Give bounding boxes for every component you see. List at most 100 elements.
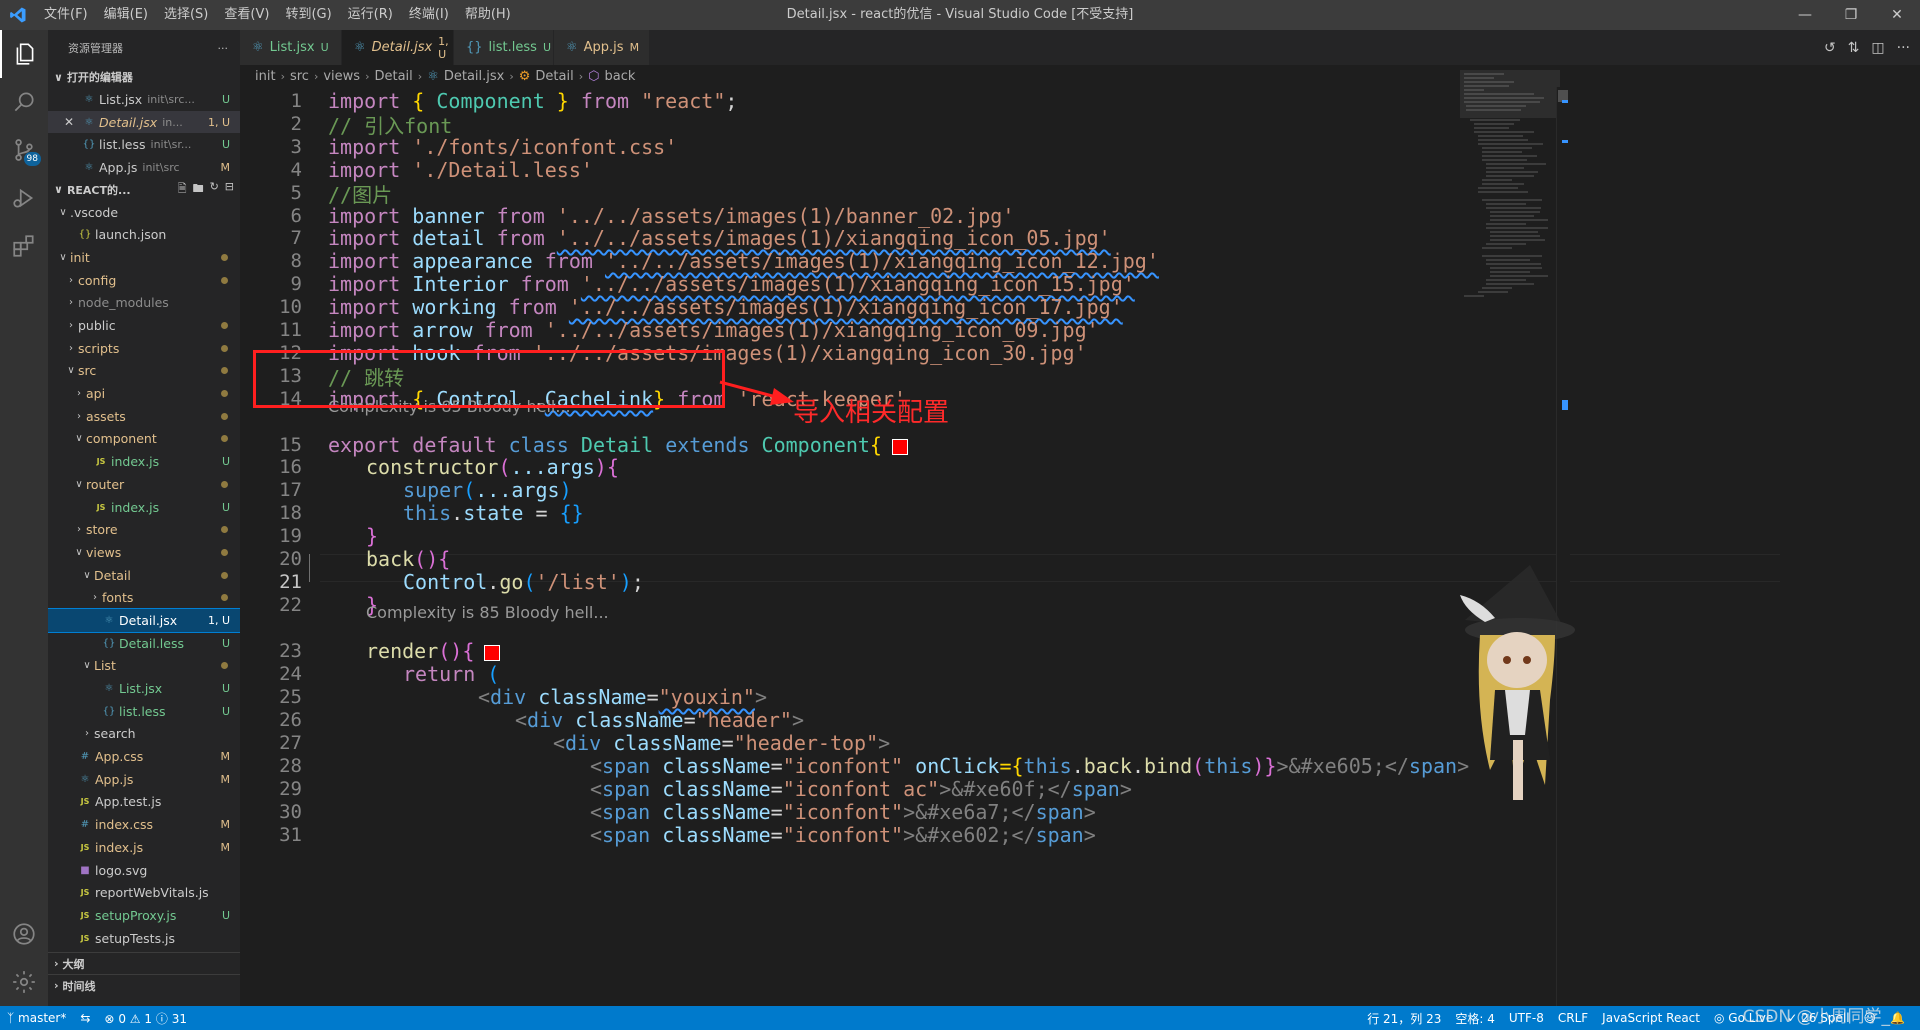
collapse-all-icon[interactable]: ⊟	[225, 180, 234, 199]
tree-folder[interactable]: › api	[48, 382, 240, 405]
tree-file[interactable]: JS index.js M	[48, 836, 240, 859]
restore-icon[interactable]: ❐	[1828, 0, 1874, 30]
tree-folder[interactable]: › scripts	[48, 337, 240, 360]
tree-folder[interactable]: ∨ component	[48, 428, 240, 451]
tree-file[interactable]: JS reportWebVitals.js	[48, 881, 240, 904]
tree-folder[interactable]: ∨ List	[48, 655, 240, 678]
breadcrumb-item[interactable]: Detail	[374, 69, 412, 84]
codelens-complexity[interactable]: Complexity is 85 Bloody hell...	[366, 603, 609, 627]
menu-edit[interactable]: 编辑(E)	[96, 0, 156, 30]
new-file-icon[interactable]: 🗎	[178, 180, 187, 199]
tree-folder[interactable]: ∨ Detail	[48, 564, 240, 587]
minimize-icon[interactable]: —	[1782, 0, 1828, 30]
compare-changes-icon[interactable]: ⇅	[1848, 40, 1860, 56]
account-icon[interactable]	[0, 910, 48, 958]
close-window-icon[interactable]: ✕	[1874, 0, 1920, 30]
js-file-icon: JS	[80, 888, 90, 898]
tree-folder[interactable]: › config	[48, 269, 240, 292]
indentation[interactable]: 空格: 4	[1448, 1010, 1502, 1027]
tree-item-label: index.js	[95, 839, 144, 855]
chevron-right-icon: ›	[69, 297, 73, 309]
breadcrumb-item[interactable]: Detail	[535, 69, 573, 84]
tree-file[interactable]: ⚛ Detail.jsx 1, U	[48, 608, 240, 633]
search-icon[interactable]	[0, 78, 48, 126]
tree-folder[interactable]: › fonts	[48, 586, 240, 609]
tree-file[interactable]: JS index.js U	[48, 450, 240, 473]
tree-item-label: node_modules	[78, 295, 169, 311]
cursor-position[interactable]: 行 21，列 23	[1360, 1010, 1448, 1027]
language-mode[interactable]: JavaScript React	[1595, 1011, 1707, 1025]
tree-item-label: launch.json	[95, 227, 167, 243]
extensions-icon[interactable]	[0, 222, 48, 270]
tree-file[interactable]: {} Detail.less U	[48, 632, 240, 655]
menu-go[interactable]: 转到(G)	[277, 0, 339, 30]
tree-file[interactable]: JS App.test.js	[48, 791, 240, 814]
tree-file[interactable]: # App.css M	[48, 745, 240, 768]
menu-help[interactable]: 帮助(H)	[457, 0, 519, 30]
open-editors-header[interactable]: ∨ 打开的编辑器	[48, 66, 240, 88]
tree-file[interactable]: {} launch.json	[48, 223, 240, 246]
git-status: U	[221, 704, 230, 718]
open-editor-item[interactable]: ⚛ List.jsx init\src... U	[48, 88, 240, 111]
open-editor-item[interactable]: ⚛ App.js init\src M	[48, 156, 240, 179]
tab-app-js[interactable]: ⚛ App.js M	[554, 30, 650, 65]
tree-file[interactable]: {} list.less U	[48, 700, 240, 723]
line-ending[interactable]: CRLF	[1551, 1011, 1595, 1025]
menu-terminal[interactable]: 终端(I)	[401, 0, 457, 30]
run-debug-icon[interactable]	[0, 174, 48, 222]
sidebar-header: 资源管理器 ···	[48, 30, 240, 66]
git-status: M	[220, 818, 231, 832]
branch-item[interactable]: ᛉ master*	[0, 1011, 73, 1025]
tree-file[interactable]: ■ logo.svg	[48, 859, 240, 882]
tree-file[interactable]: JS index.js U	[48, 496, 240, 519]
tree-folder[interactable]: › assets	[48, 405, 240, 428]
breadcrumb-item[interactable]: views	[323, 69, 360, 84]
new-folder-icon[interactable]: 🖿	[193, 180, 204, 199]
open-editor-item[interactable]: {} list.less init\sr... U	[48, 133, 240, 156]
open-editor-item[interactable]: ✕ ⚛ Detail.jsx in... 1, U	[48, 110, 240, 134]
tab-list-less[interactable]: {} list.less U	[454, 30, 554, 65]
encoding[interactable]: UTF-8	[1502, 1011, 1551, 1025]
tree-folder[interactable]: ∨ src	[48, 360, 240, 383]
menu-selection[interactable]: 选择(S)	[156, 0, 216, 30]
tree-file[interactable]: JS setupTests.js	[48, 927, 240, 950]
breadcrumb-item[interactable]: Detail.jsx	[444, 69, 505, 84]
menu-file[interactable]: 文件(F)	[36, 0, 96, 30]
split-editor-icon[interactable]: ◫	[1871, 40, 1884, 56]
tree-file[interactable]: ⚛ List.jsx U	[48, 677, 240, 700]
menu-run[interactable]: 运行(R)	[340, 0, 401, 30]
breadcrumb-item[interactable]: init	[255, 69, 276, 84]
code-editor[interactable]: 1 import { Component } from "react"; 2// 引…	[240, 87, 1920, 1006]
menu-view[interactable]: 查看(V)	[216, 0, 277, 30]
project-header[interactable]: ∨ REACT的... 🗎 🖿 ↻ ⊟	[48, 179, 240, 201]
timeline-history-icon[interactable]: ↺	[1824, 40, 1836, 56]
tab-detail-jsx[interactable]: ⚛ Detail.jsx 1, U ✕	[342, 30, 470, 65]
tree-folder[interactable]: ∨ .vscode	[48, 201, 240, 224]
tree-folder[interactable]: ∨ views	[48, 541, 240, 564]
refresh-icon[interactable]: ↻	[210, 180, 219, 199]
timeline-header[interactable]: › 时间线	[48, 974, 240, 996]
tab-list-jsx[interactable]: ⚛ List.jsx U	[240, 30, 342, 65]
source-control-icon[interactable]: 98	[0, 126, 48, 174]
tree-folder[interactable]: › search	[48, 723, 240, 746]
tree-file[interactable]: # index.css M	[48, 813, 240, 836]
outline-header[interactable]: › 大纲	[48, 952, 240, 974]
tree-file[interactable]: JS setupProxy.js U	[48, 904, 240, 927]
problems-item[interactable]: ⊗ 0 ⚠ 1 ⓘ 31	[97, 1010, 194, 1027]
breadcrumb-item[interactable]: back	[604, 69, 635, 84]
sync-icon[interactable]: ⇆	[73, 1011, 97, 1025]
code-content: <span className="iconfont">&#xe602;</spa…	[590, 823, 1096, 847]
tree-folder[interactable]: › public	[48, 314, 240, 337]
tree-folder[interactable]: › store	[48, 518, 240, 541]
more-actions-icon[interactable]: ···	[218, 42, 229, 55]
more-actions-icon[interactable]: ···	[1897, 40, 1910, 56]
breadcrumb-item[interactable]: src	[290, 69, 309, 84]
tree-file[interactable]: ⚛ App.js M	[48, 768, 240, 791]
tree-folder[interactable]: › node_modules	[48, 292, 240, 315]
close-icon[interactable]: ✕	[64, 115, 82, 129]
tree-folder[interactable]: ∨ router	[48, 473, 240, 496]
minimap[interactable]	[1460, 70, 1560, 330]
manage-gear-icon[interactable]	[0, 958, 48, 1006]
explorer-icon[interactable]	[0, 30, 48, 78]
tree-folder[interactable]: ∨ init	[48, 246, 240, 269]
